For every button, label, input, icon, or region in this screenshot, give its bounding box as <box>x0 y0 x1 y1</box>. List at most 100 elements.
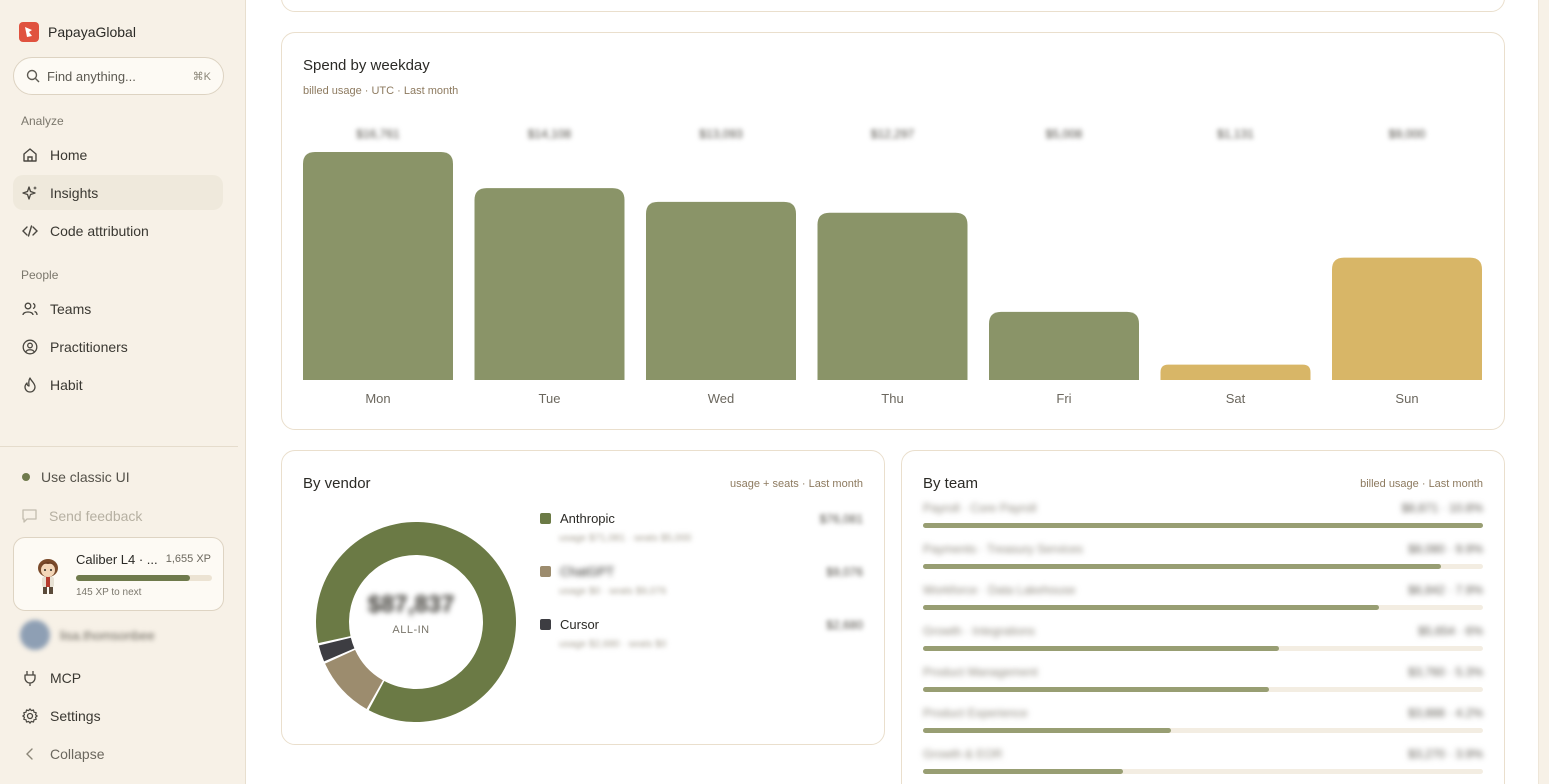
sidebar-item-label: Settings <box>50 707 101 724</box>
team-value: $3,270 · 3.9% <box>1408 747 1483 761</box>
legend-name: Cursor <box>560 617 600 632</box>
bar-tue[interactable] <box>474 188 625 380</box>
sidebar-item-code-attribution[interactable]: Code attribution <box>13 213 223 248</box>
section-label-people: People <box>21 268 59 282</box>
team-value: $5,654 · 6% <box>1418 624 1483 638</box>
sidebar-item-label: Collapse <box>50 745 105 762</box>
card-subtitle: usage + seats · Last month <box>730 478 863 490</box>
sidebar-item-label: Teams <box>50 300 92 317</box>
team-name: Payroll · Core Payroll <box>923 501 1037 515</box>
legend-value: $2,680 <box>826 618 863 632</box>
bar-value-label: $16,761 <box>356 127 400 141</box>
bar-value-label: $1,131 <box>1217 127 1254 141</box>
gear-icon <box>22 707 38 724</box>
vendor-total-label: ALL-IN <box>392 624 430 636</box>
team-bar-track <box>923 523 1483 528</box>
sidebar-item-label: Insights <box>50 184 99 201</box>
team-bar-track <box>923 687 1483 692</box>
team-name: Payments · Treasury Services <box>923 542 1084 556</box>
team-bar-track <box>923 564 1483 569</box>
sidebar-item-teams[interactable]: Teams <box>13 291 223 326</box>
classic-ui-label: Use classic UI <box>41 469 130 485</box>
bar-sun[interactable] <box>1332 257 1482 380</box>
xp-value: 1,655 XP <box>165 553 211 565</box>
collapse-button[interactable]: Collapse <box>13 736 223 771</box>
legend-name: Anthropic <box>560 511 615 526</box>
sidebar-item-label: Habit <box>50 376 83 393</box>
bar-value-label: $13,093 <box>699 127 743 141</box>
bar-thu[interactable] <box>817 212 968 380</box>
bar-value-label: $14,108 <box>528 127 572 141</box>
main-content: Spend by weekday billed usage · UTC · La… <box>246 0 1538 784</box>
message-icon <box>22 509 37 523</box>
sidebar-item-settings[interactable]: Settings <box>13 698 223 733</box>
avatar <box>20 620 50 650</box>
card-title: By vendor <box>303 475 371 492</box>
brand[interactable]: PapayaGlobal <box>19 22 136 42</box>
sidebar-item-label: Practitioners <box>50 338 128 355</box>
team-bar-fill <box>923 523 1483 528</box>
chevron-left-icon <box>26 747 33 760</box>
card-title: By team <box>923 475 979 492</box>
legend-name: ChatGPT <box>560 564 615 579</box>
sidebar-item-home[interactable]: Home <box>13 137 223 172</box>
use-classic-ui-link[interactable]: Use classic UI <box>22 469 130 485</box>
user-name: lisa.thomsonbee <box>60 627 155 643</box>
flame-icon <box>24 376 36 393</box>
x-tick-label: Wed <box>708 391 735 406</box>
team-bar-fill <box>923 728 1171 733</box>
sidebar-divider <box>0 446 238 447</box>
character-avatar-icon <box>38 559 58 594</box>
xp-progress-fill <box>76 575 191 581</box>
team-bar-fill <box>923 605 1380 610</box>
team-bar-track <box>923 646 1483 651</box>
team-bar-track <box>923 728 1483 733</box>
team-bar-fill <box>923 687 1269 692</box>
sidebar-item-mcp[interactable]: MCP <box>13 660 223 695</box>
bar-sat[interactable] <box>1160 364 1311 380</box>
bar-mon[interactable] <box>303 152 453 380</box>
legend-sub: usage $71,081 · seats $5,000 <box>559 533 692 544</box>
team-name: Product Experience <box>923 706 1028 720</box>
bar-value-label: $5,008 <box>1046 127 1083 141</box>
sidebar-item-practitioners[interactable]: Practitioners <box>13 329 223 364</box>
team-name: Workforce · Data Lakehouse <box>923 583 1076 597</box>
feedback-label: Send feedback <box>49 507 143 524</box>
x-tick-label: Thu <box>881 391 903 406</box>
team-bar-track <box>923 769 1483 774</box>
legend-sub: usage $0 · seats $9,076 <box>559 586 667 597</box>
sidebar-item-insights[interactable]: Insights <box>13 175 223 210</box>
user-profile[interactable]: lisa.thomsonbee <box>20 620 155 650</box>
x-tick-label: Sat <box>1226 391 1246 406</box>
bar-fri[interactable] <box>989 311 1139 380</box>
send-feedback-link[interactable]: Send feedback <box>21 507 142 524</box>
sidebar-item-label: Code attribution <box>50 222 149 239</box>
team-name: Growth & EOR <box>923 747 1003 761</box>
team-bar-fill <box>923 564 1441 569</box>
bar-wed[interactable] <box>646 201 796 380</box>
bar-value-label: $9,000 <box>1389 127 1426 141</box>
legend-value: $76,081 <box>819 512 863 526</box>
sidebar-item-habit[interactable]: Habit <box>13 367 223 402</box>
right-gutter <box>1538 0 1549 784</box>
legend-item-cursor[interactable]: Cursor <box>540 617 599 632</box>
papaya-logo-icon <box>19 22 39 42</box>
legend-item-chatgpt[interactable]: ChatGPT <box>540 564 614 579</box>
team-value: $3,760 · 5.3% <box>1408 665 1483 679</box>
plug-icon <box>24 670 36 686</box>
xp-next: 145 XP to next <box>76 587 142 598</box>
card-subtitle: billed usage · Last month <box>1360 478 1483 490</box>
code-icon <box>22 224 38 237</box>
team-value: $8,080 · 9.9% <box>1408 542 1483 556</box>
xp-progress-track <box>76 575 212 581</box>
user-circle-icon <box>22 339 38 354</box>
search-input[interactable]: Find anything... ⌘K <box>13 57 224 95</box>
x-tick-label: Mon <box>365 391 390 406</box>
status-dot <box>22 473 30 481</box>
bar-value-label: $12,297 <box>871 127 915 141</box>
previous-card <box>281 0 1505 12</box>
team-card: By team billed usage · Last month Payrol… <box>901 450 1505 784</box>
xp-card[interactable]: Caliber L4 · ... 1,655 XP 145 XP to next <box>13 537 224 611</box>
legend-item-anthropic[interactable]: Anthropic <box>540 511 615 526</box>
search-icon <box>26 69 40 83</box>
